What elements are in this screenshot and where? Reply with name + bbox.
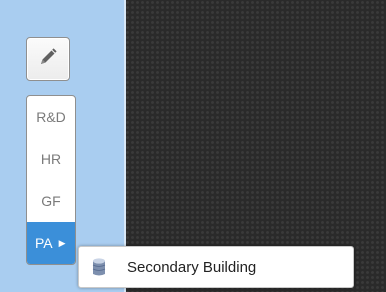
floor-item-rnd[interactable]: R&D	[27, 96, 75, 138]
floor-list: R&D HR GF PA ▶	[26, 95, 76, 265]
floor-label: HR	[40, 151, 62, 167]
floor-item-hr[interactable]: HR	[27, 138, 75, 180]
floor-label: R&D	[36, 109, 66, 125]
floor-item-gf[interactable]: GF	[27, 180, 75, 222]
menu-item-label: Secondary Building	[127, 258, 257, 276]
floor-item-pa[interactable]: PA ▶	[27, 222, 75, 264]
building-menu-item[interactable]: Secondary Building	[78, 246, 354, 288]
building-icon	[91, 257, 107, 277]
pencil-icon	[37, 46, 59, 73]
floor-label: GF	[41, 193, 61, 209]
submenu-arrow-icon: ▶	[58, 237, 66, 248]
edit-button[interactable]	[26, 37, 70, 81]
floor-label: PA	[35, 235, 53, 251]
